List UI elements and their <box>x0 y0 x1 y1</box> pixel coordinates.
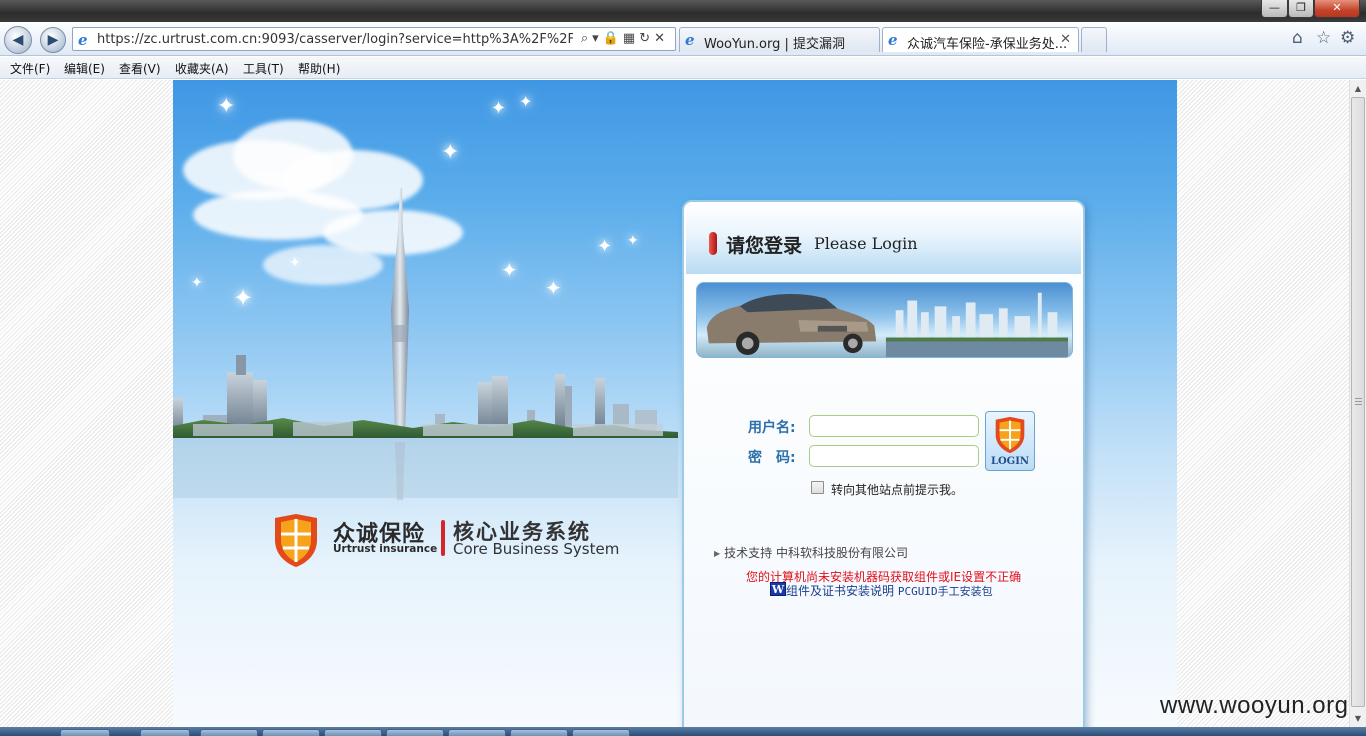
watermark: www.wooyun.org <box>1160 692 1349 719</box>
windows-taskbar <box>0 727 1366 736</box>
taskbar-item[interactable] <box>448 729 506 736</box>
redirect-prompt-label[interactable]: 转向其他站点前提示我。 <box>831 481 963 498</box>
password-label: 密 码: <box>748 450 796 466</box>
lock-icon[interactable]: 🔒 <box>603 31 623 46</box>
triangle-right-icon: ▶ <box>714 549 721 558</box>
brand-name-en: Urtrust insurance <box>333 543 438 555</box>
browser-navbar: ◀ ▶ e https://zc.urtrust.com.cn:9093/cas… <box>0 22 1366 56</box>
taskbar-item[interactable] <box>140 729 190 736</box>
compat-view-icon[interactable]: ▦ <box>623 31 639 46</box>
taskbar-item[interactable] <box>200 729 258 736</box>
menu-favorites[interactable]: 收藏夹(A) <box>175 60 229 77</box>
vertical-scrollbar[interactable]: ▲ ▼ <box>1349 80 1366 727</box>
word-document-icon[interactable]: W <box>770 582 786 596</box>
tab-urtrust[interactable]: e 众诚汽车保险-承保业务处... ✕ <box>882 27 1079 52</box>
tab-label: 众诚汽车保险-承保业务处... <box>907 37 1068 52</box>
search-icon[interactable]: ⌕ <box>581 31 592 46</box>
taskbar-item[interactable] <box>510 729 568 736</box>
login-header: 请您登录 Please Login <box>686 204 1081 274</box>
stop-icon[interactable]: ✕ <box>654 31 669 46</box>
taskbar-item[interactable] <box>324 729 382 736</box>
address-tools[interactable]: ⌕▾🔒▦↻✕ <box>581 31 669 46</box>
menu-edit[interactable]: 编辑(E) <box>64 60 105 77</box>
system-name-en: Core Business System <box>453 540 620 558</box>
tab-wooyun[interactable]: e WooYun.org | 提交漏洞 <box>679 27 880 52</box>
refresh-icon[interactable]: ↻ <box>639 31 654 46</box>
grip-icon <box>1355 398 1362 407</box>
login-button-label: LOGIN <box>990 456 1030 467</box>
arrow-right-icon: ▶ <box>47 32 59 48</box>
ie-icon: e <box>685 31 695 49</box>
window-titlebar: — ❐ ✕ <box>0 0 1366 22</box>
title-marker-icon <box>709 232 717 255</box>
username-field[interactable] <box>809 415 979 437</box>
minimize-button[interactable]: — <box>1261 0 1288 18</box>
favorites-star-icon[interactable]: ☆ <box>1316 28 1331 48</box>
new-tab-button[interactable] <box>1081 27 1107 52</box>
scroll-up-icon[interactable]: ▲ <box>1350 80 1366 97</box>
maximize-button[interactable]: ❐ <box>1288 0 1314 18</box>
login-title-en: Please Login <box>814 234 918 253</box>
gear-icon[interactable]: ⚙ <box>1340 28 1355 48</box>
dropdown-icon[interactable]: ▾ <box>592 31 603 46</box>
menu-view[interactable]: 查看(V) <box>119 60 161 77</box>
ie-icon: e <box>888 31 898 49</box>
brand-divider <box>441 520 445 556</box>
taskbar-item[interactable] <box>60 729 110 736</box>
address-bar[interactable]: e https://zc.urtrust.com.cn:9093/casserv… <box>72 27 676 51</box>
username-label: 用户名: <box>748 420 796 436</box>
forward-button[interactable]: ▶ <box>40 27 66 53</box>
address-url[interactable]: https://zc.urtrust.com.cn:9093/casserver… <box>97 32 573 47</box>
taskbar-item[interactable] <box>386 729 444 736</box>
menu-tools[interactable]: 工具(T) <box>243 60 284 77</box>
tech-support-text: 技术支持 中科软科技股份有限公司 <box>724 546 908 560</box>
login-page: ✦ ✦ ✦ ✦ ✦ ✦ ✦ ✦ ✦ ✦ ✦ 众诚保险 Urtrust insur… <box>173 80 1177 727</box>
close-tab-icon[interactable]: ✕ <box>1060 32 1071 47</box>
taskbar-item[interactable] <box>572 729 630 736</box>
home-icon[interactable]: ⌂ <box>1292 28 1303 48</box>
close-window-button[interactable]: ✕ <box>1314 0 1360 18</box>
scroll-down-icon[interactable]: ▼ <box>1350 710 1366 727</box>
tech-support: ▶ 技术支持 中科软科技股份有限公司 <box>714 544 908 561</box>
arrow-left-icon: ◀ <box>12 32 24 48</box>
menu-bar: 文件(F) 编辑(E) 查看(V) 收藏夹(A) 工具(T) 帮助(H) <box>0 57 1366 79</box>
login-panel: 请您登录 Please Login 用户名: 密 码: LOGIN 转向其他站点… <box>682 200 1085 727</box>
login-title: 请您登录 <box>726 235 803 257</box>
menu-file[interactable]: 文件(F) <box>10 60 50 77</box>
scrollbar-thumb[interactable] <box>1351 97 1365 707</box>
password-field[interactable] <box>809 445 979 467</box>
pcguid-package-link[interactable]: PCGUID手工安装包 <box>898 585 993 598</box>
shield-icon <box>995 416 1025 454</box>
back-button[interactable]: ◀ <box>4 26 32 54</box>
tab-label: WooYun.org | 提交漏洞 <box>704 37 846 52</box>
urtrust-shield-icon <box>275 514 317 567</box>
redirect-prompt-checkbox[interactable] <box>811 481 824 494</box>
car-banner-image <box>696 282 1073 358</box>
taskbar-item[interactable] <box>262 729 320 736</box>
login-button[interactable]: LOGIN <box>985 411 1035 471</box>
help-links: W 组件及证书安装说明 PCGUID手工安装包 <box>770 582 993 599</box>
page-viewport: ✦ ✦ ✦ ✦ ✦ ✦ ✦ ✦ ✦ ✦ ✦ 众诚保险 Urtrust insur… <box>0 80 1349 727</box>
ie-icon: e <box>78 31 88 49</box>
install-guide-link[interactable]: 组件及证书安装说明 <box>786 584 894 598</box>
menu-help[interactable]: 帮助(H) <box>298 60 340 77</box>
